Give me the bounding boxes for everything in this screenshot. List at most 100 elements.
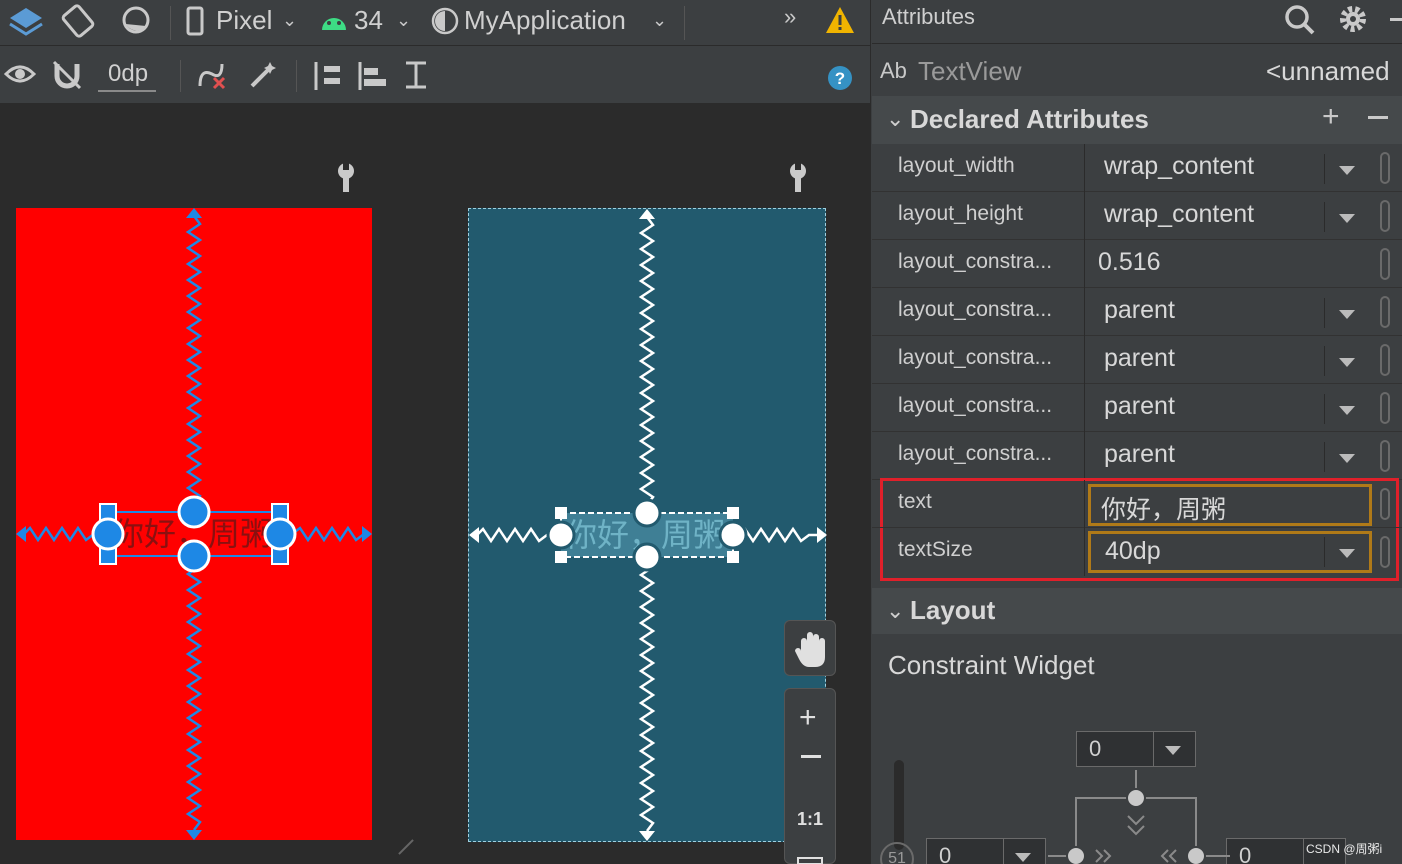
watermark: CSDN @周粥i	[1306, 842, 1383, 856]
attribute-name: layout_constra...	[898, 442, 1053, 465]
app-theme-icon	[430, 6, 460, 41]
left-margin-field[interactable]: 0	[926, 838, 1046, 864]
resource-picker-icon[interactable]	[1380, 152, 1390, 184]
attribute-value[interactable]: parent	[1104, 392, 1175, 421]
zoom-out-button[interactable]	[801, 755, 821, 758]
layout-toolbar: 0dp ?	[0, 46, 870, 104]
design-toolbar: Pixel ⌄ 34 ⌄ MyApplication ⌄ »	[0, 0, 870, 46]
dropdown-arrow-icon[interactable]	[1324, 202, 1366, 232]
dropdown-arrow-icon[interactable]	[1324, 298, 1366, 328]
chevron-down-icon: ⌄	[396, 10, 412, 30]
declared-attributes-section[interactable]: ⌄ Declared Attributes +	[872, 96, 1402, 144]
warning-icon[interactable]	[824, 4, 856, 41]
panel-title: Attributes	[882, 4, 975, 29]
attribute-row: layout_constra... 0.516	[872, 240, 1402, 288]
chevron-down-icon: ⌄	[282, 10, 298, 30]
zoom-fit-button[interactable]	[797, 857, 823, 864]
chevron-down-icon: ⌄	[652, 10, 668, 30]
left-margin-value: 0	[939, 843, 952, 864]
app-selector[interactable]: MyApplication	[464, 2, 626, 38]
chevron-down-icon	[1165, 746, 1181, 755]
search-icon[interactable]	[1284, 4, 1316, 41]
resource-picker-icon[interactable]	[1380, 200, 1390, 232]
resource-picker-icon[interactable]	[1380, 392, 1390, 424]
attribute-value[interactable]: parent	[1104, 344, 1175, 373]
clear-constraints-icon[interactable]	[196, 60, 230, 95]
component-header: Ab TextView <unnamed	[872, 46, 1402, 96]
component-id[interactable]: <unnamed	[1266, 56, 1390, 87]
zoom-controls: + 1:1	[784, 688, 836, 864]
attribute-row-text: text 你好，周粥	[872, 480, 1402, 528]
attribute-value[interactable]: parent	[1104, 440, 1175, 469]
vertical-bias-slider[interactable]	[894, 760, 904, 850]
wrench-icon[interactable]	[334, 162, 358, 197]
preview-textview[interactable]: 你好，周粥	[112, 512, 276, 556]
constraint-widget-diagram[interactable]	[1040, 770, 1240, 864]
attribute-row: layout_width wrap_content	[872, 144, 1402, 192]
blueprint-preview[interactable]: 你好，周粥	[468, 208, 827, 842]
pack-icon[interactable]	[308, 60, 344, 97]
attribute-row: layout_constra... parent	[872, 336, 1402, 384]
attribute-value[interactable]: wrap_content	[1104, 152, 1254, 181]
layout-section[interactable]: ⌄ Layout	[872, 588, 1402, 634]
overflow-icon[interactable]: »	[784, 4, 796, 30]
orientation-icon[interactable]	[58, 2, 98, 47]
android-icon	[320, 8, 348, 37]
dropdown-arrow-icon[interactable]	[1324, 154, 1366, 184]
blueprint-textview[interactable]: 你好，周粥	[565, 513, 729, 557]
resource-picker-icon[interactable]	[1380, 488, 1390, 520]
gear-icon[interactable]	[1338, 4, 1368, 39]
dropdown-arrow-icon[interactable]	[1324, 442, 1366, 472]
dropdown-arrow-icon[interactable]	[1324, 394, 1366, 424]
resource-picker-icon[interactable]	[1380, 344, 1390, 376]
attribute-value[interactable]: 0.516	[1098, 248, 1161, 277]
resource-picker-icon[interactable]	[1380, 296, 1390, 328]
chevron-down-icon	[1015, 853, 1031, 862]
help-icon[interactable]: ?	[826, 64, 854, 97]
constraint-widget-title: Constraint Widget	[888, 650, 1095, 680]
chevron-down-icon: ⌄	[886, 598, 905, 623]
align-icon[interactable]	[356, 60, 392, 97]
attribute-value[interactable]: parent	[1104, 296, 1175, 325]
api-level-selector[interactable]: 34	[354, 2, 383, 38]
chevron-down-icon: ⌄	[886, 106, 905, 131]
attribute-row-textsize: textSize 40dp	[872, 528, 1402, 576]
dropdown-arrow-icon[interactable]	[1324, 346, 1366, 376]
top-margin-value: 0	[1089, 736, 1102, 761]
attribute-name: layout_constra...	[898, 346, 1053, 369]
attribute-name: layout_constra...	[898, 250, 1053, 273]
pan-button[interactable]	[784, 620, 836, 676]
section-title: Layout	[910, 595, 996, 625]
component-type: TextView	[918, 56, 1022, 86]
attribute-value[interactable]: wrap_content	[1104, 200, 1254, 229]
device-selector[interactable]: Pixel	[216, 2, 272, 38]
attribute-name: layout_constra...	[898, 298, 1053, 321]
resource-picker-icon[interactable]	[1380, 248, 1390, 280]
dropdown-arrow-icon[interactable]	[1324, 537, 1366, 567]
eye-icon[interactable]	[3, 60, 40, 95]
zoom-in-button[interactable]: +	[799, 703, 817, 733]
infer-constraints-icon[interactable]	[248, 60, 278, 95]
attribute-value: 你好，周粥	[1101, 496, 1227, 524]
theme-icon[interactable]	[118, 2, 158, 47]
attribute-row: layout_height wrap_content	[872, 192, 1402, 240]
zoom-actual-size-button[interactable]: 1:1	[797, 809, 823, 830]
attribute-value: 40dp	[1105, 537, 1161, 565]
section-title: Declared Attributes	[910, 104, 1149, 134]
svg-text:?: ?	[835, 69, 845, 88]
resource-picker-icon[interactable]	[1380, 440, 1390, 472]
guidelines-icon[interactable]	[404, 60, 440, 97]
top-margin-field[interactable]: 0	[1076, 731, 1196, 767]
default-margin-field[interactable]: 0dp	[98, 60, 157, 92]
layers-icon[interactable]	[6, 2, 46, 47]
wrench-icon[interactable]	[786, 162, 810, 197]
add-icon[interactable]: +	[1322, 102, 1340, 132]
minimize-icon[interactable]	[1390, 18, 1402, 21]
device-icon[interactable]	[184, 4, 206, 45]
text-value-field[interactable]: 你好，周粥	[1088, 484, 1372, 526]
design-preview[interactable]: 你好，周粥	[16, 208, 372, 840]
resource-picker-icon[interactable]	[1380, 536, 1390, 568]
attribute-row: layout_constra... parent	[872, 384, 1402, 432]
magnet-off-icon[interactable]	[52, 60, 82, 95]
remove-icon[interactable]	[1368, 116, 1388, 119]
